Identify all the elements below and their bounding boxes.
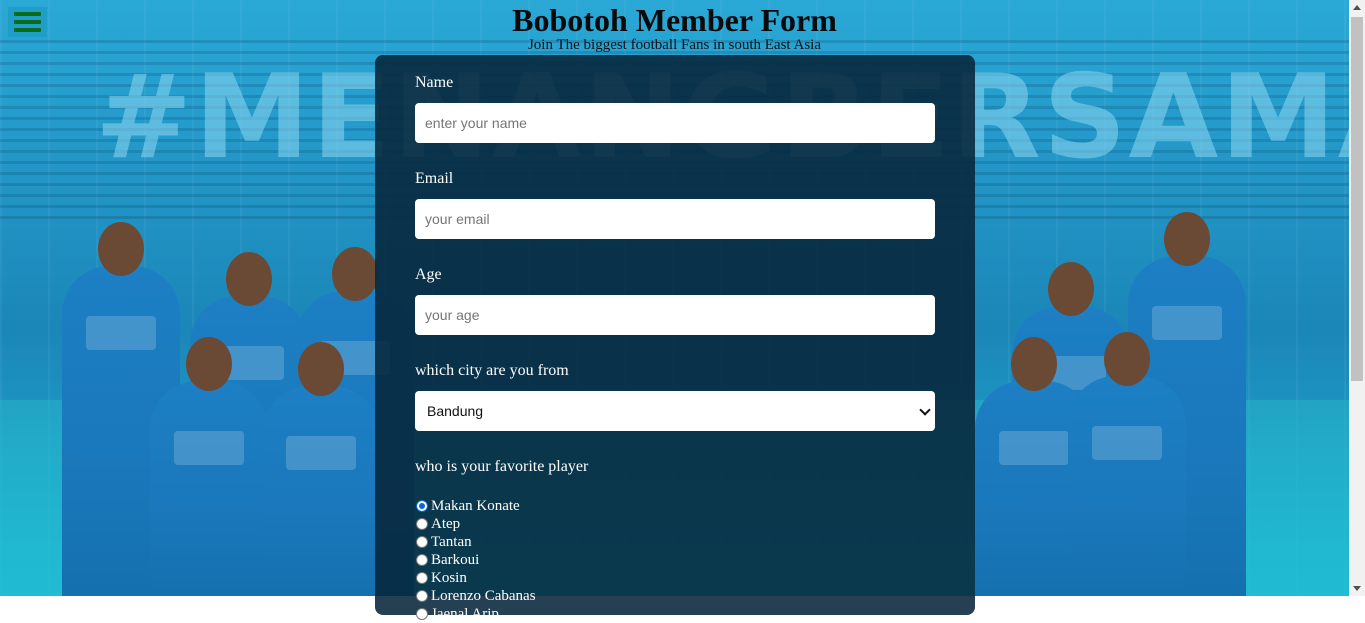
scroll-up-arrow-icon[interactable] (1353, 5, 1361, 10)
radio-option: Lorenzo Cabanas (415, 587, 935, 605)
member-form: Name Email Age which city are you from B… (375, 55, 975, 622)
radio-option-label[interactable]: Atep (431, 516, 460, 533)
radio-option-label[interactable]: Kosin (431, 570, 467, 587)
radio-button[interactable] (416, 554, 428, 566)
team-player-figure (1068, 332, 1186, 596)
radio-button[interactable] (416, 518, 428, 530)
name-input[interactable] (415, 103, 935, 143)
chevron-down-icon (919, 404, 931, 416)
radio-option: Kosin (415, 569, 935, 587)
scroll-down-arrow-icon[interactable] (1353, 586, 1361, 591)
radio-button[interactable] (416, 590, 428, 602)
age-input[interactable] (415, 295, 935, 335)
age-label: Age (415, 266, 442, 283)
radio-option: Barkoui (415, 551, 935, 569)
radio-option-label[interactable]: Lorenzo Cabanas (431, 588, 536, 605)
radio-option: Jaenal Arip (415, 605, 935, 623)
team-player-figure (150, 337, 268, 596)
name-label: Name (415, 74, 454, 91)
vertical-scrollbar[interactable] (1349, 0, 1365, 596)
city-select[interactable]: Bandung (415, 391, 935, 431)
radio-option-label[interactable]: Tantan (431, 534, 472, 551)
radio-button[interactable] (416, 608, 428, 620)
city-label: which city are you from (415, 362, 569, 379)
page-subtitle: Join The biggest football Fans in south … (527, 37, 822, 53)
radio-option-label[interactable]: Jaenal Arip (431, 606, 499, 623)
favorite-player-label: who is your favorite player (415, 458, 589, 475)
page-title: Bobotoh Member Form (512, 2, 837, 38)
favorite-player-radio-group: Makan Konate Atep Tantan Barkoui Kosin L… (415, 497, 935, 623)
radio-button[interactable] (416, 536, 428, 548)
radio-option: Tantan (415, 533, 935, 551)
radio-option: Makan Konate (415, 497, 935, 515)
team-player-figure (262, 342, 380, 596)
email-input[interactable] (415, 199, 935, 239)
email-label: Email (415, 170, 454, 187)
city-select-value: Bandung (427, 403, 484, 419)
radio-button[interactable] (416, 572, 428, 584)
radio-option: Atep (415, 515, 935, 533)
radio-option-label[interactable]: Barkoui (431, 552, 479, 569)
page-header: Bobotoh Member Form Join The biggest foo… (0, 0, 1349, 53)
radio-option-label[interactable]: Makan Konate (431, 498, 520, 515)
scrollbar-thumb[interactable] (1351, 17, 1363, 381)
radio-button-checked[interactable] (416, 500, 428, 512)
